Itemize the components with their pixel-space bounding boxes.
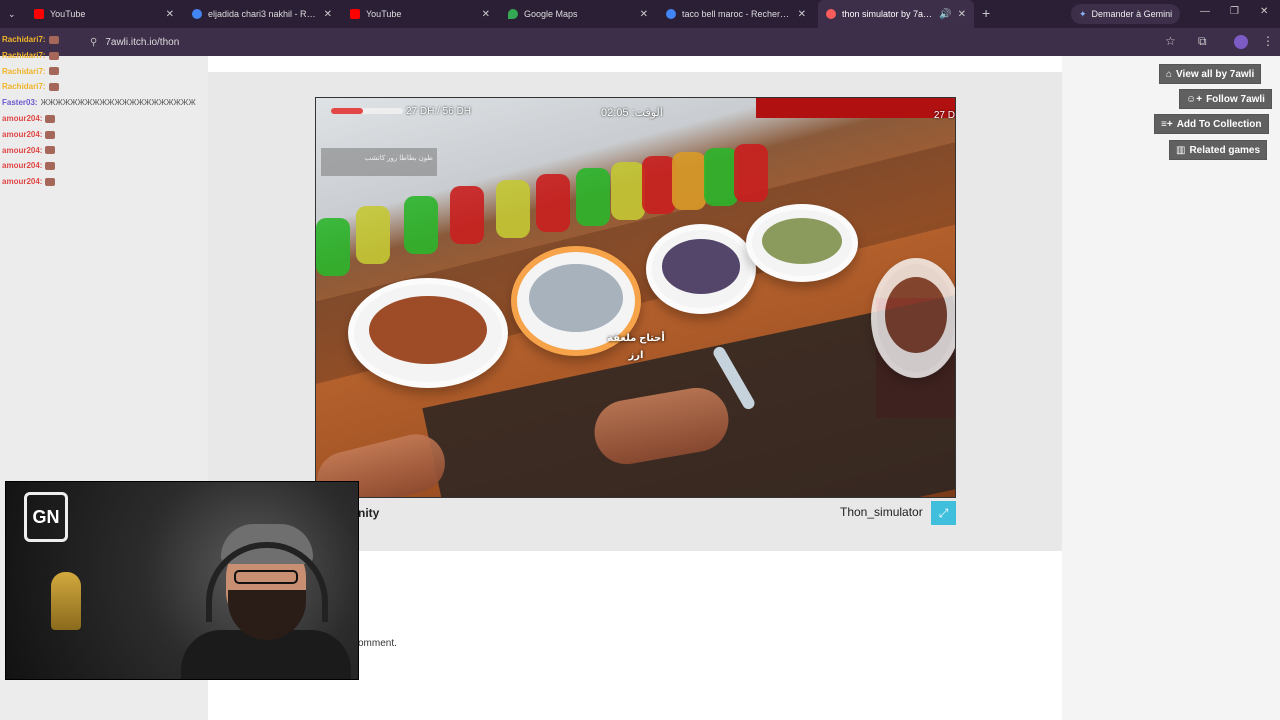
- itchio-icon: [826, 9, 836, 19]
- close-icon[interactable]: ✕: [324, 9, 332, 20]
- tab-youtube-1[interactable]: YouTube ✕: [26, 0, 182, 28]
- bowl-purple[interactable]: [646, 224, 756, 314]
- chat-message: Rachidari7:: [2, 48, 196, 64]
- browser-tab-bar: ⌄ YouTube ✕ eljadida chari3 nakhil - Rec…: [0, 0, 1280, 28]
- sauce-jar: [316, 218, 350, 276]
- unity-logo: nity: [358, 506, 380, 520]
- sauce-jar: [576, 168, 610, 226]
- youtube-icon: [34, 9, 44, 19]
- trophy: [51, 572, 81, 630]
- emote-icon: [45, 162, 56, 171]
- chat-message: amour204:: [2, 127, 196, 143]
- tab-search-eljadida[interactable]: eljadida chari3 nakhil - Recherche ✕: [184, 0, 340, 28]
- menu-kebab-icon[interactable]: ⋮: [1262, 34, 1274, 48]
- extensions-icon[interactable]: ⧉: [1198, 34, 1207, 49]
- chat-message: amour204:: [2, 111, 196, 127]
- money-counter: 27 DH / 56 DH: [406, 106, 472, 117]
- close-window-button[interactable]: ✕: [1260, 6, 1268, 17]
- restore-button[interactable]: ❐: [1230, 6, 1239, 17]
- stream-chat-overlay: Rachidari7: Rachidari7: Rachidari7: Rach…: [2, 32, 196, 190]
- comment-text: omment.: [358, 638, 397, 649]
- bowl-spices[interactable]: [348, 278, 508, 388]
- close-icon[interactable]: ✕: [640, 9, 648, 20]
- add-user-icon: ☺+: [1186, 93, 1203, 105]
- chat-message: Faster03: ЖЖЖЖЖЖЖЖЖЖЖЖЖЖЖЖЖЖЖЖЖ: [2, 98, 196, 108]
- sauce-jar: [611, 162, 645, 220]
- chat-message: amour204:: [2, 143, 196, 159]
- store-icon: ⌂: [1166, 68, 1173, 80]
- interaction-prompt: أحتاج ملعقة ارز: [607, 333, 665, 361]
- chat-message: Rachidari7:: [2, 32, 196, 48]
- tab-search-button[interactable]: ⌄: [0, 0, 22, 28]
- game-title: Thon_simulator: [840, 505, 923, 519]
- chat-message: amour204:: [2, 158, 196, 174]
- new-tab-button[interactable]: +: [982, 5, 990, 21]
- chat-message: amour204:: [2, 174, 196, 190]
- sauce-jar: [734, 144, 768, 202]
- emote-icon: [45, 130, 56, 139]
- chat-message: Rachidari7:: [2, 79, 196, 95]
- fullscreen-button[interactable]: ⤢: [931, 501, 956, 525]
- google-icon: [666, 9, 676, 19]
- sauce-jar: [536, 174, 570, 232]
- money-counter-right: 27 D: [933, 110, 955, 121]
- sauce-jar: [450, 186, 484, 244]
- order-panel: طون بطاطا رور كاتشب: [321, 148, 437, 176]
- red-shelf: [756, 98, 955, 118]
- gemini-button[interactable]: ✦ Demander à Gemini: [1071, 4, 1181, 24]
- tab-google-maps[interactable]: Google Maps ✕: [500, 0, 656, 28]
- close-icon[interactable]: ✕: [482, 9, 490, 20]
- chevron-down-icon: ⌄: [8, 8, 16, 19]
- sauce-jar: [356, 206, 390, 264]
- emote-icon: [45, 178, 56, 187]
- tab-youtube-2[interactable]: YouTube ✕: [342, 0, 498, 28]
- bowl-peas[interactable]: [746, 204, 858, 282]
- sauce-jar: [704, 148, 738, 206]
- timer: الوقت: 02:05: [601, 107, 663, 119]
- sauce-jar: [642, 156, 676, 214]
- game-canvas[interactable]: 27 DH / 56 DH الوقت: 02:05 27 D طون بطاط…: [315, 97, 956, 498]
- bowl-right-edge[interactable]: [871, 258, 955, 378]
- chat-message: Rachidari7:: [2, 64, 196, 80]
- emote-icon: [48, 35, 59, 44]
- close-icon[interactable]: ✕: [958, 9, 966, 20]
- view-all-button[interactable]: ⌂ View all by 7awli: [1159, 64, 1262, 84]
- related-games-button[interactable]: ▥ Related games: [1169, 140, 1268, 160]
- sauce-jar: [404, 196, 438, 254]
- speaker-icon[interactable]: 🔊: [939, 9, 951, 20]
- close-icon[interactable]: ✕: [798, 9, 806, 20]
- bookmark-star-icon[interactable]: ☆: [1165, 34, 1176, 48]
- emote-icon: [48, 51, 59, 60]
- google-icon: [192, 9, 202, 19]
- sauce-jar: [672, 152, 706, 210]
- close-icon[interactable]: ✕: [166, 9, 174, 20]
- playlist-add-icon: ≡+: [1161, 118, 1173, 130]
- sparkle-icon: ✦: [1079, 8, 1087, 19]
- profile-avatar[interactable]: [1234, 35, 1248, 49]
- map-pin-icon: [508, 9, 518, 19]
- gn-logo: GN: [24, 492, 68, 542]
- health-bar: [331, 108, 403, 114]
- follow-button[interactable]: ☺+ Follow 7awli: [1179, 89, 1272, 109]
- address-bar[interactable]: ⚲ 7awli.itch.io/thon: [80, 32, 1190, 52]
- emote-icon: [45, 146, 56, 155]
- emote-icon: [48, 67, 59, 76]
- emote-icon: [48, 83, 59, 92]
- add-to-collection-button[interactable]: ≡+ Add To Collection: [1154, 114, 1269, 134]
- tab-thon-simulator[interactable]: thon simulator by 7awli 🔊 ✕: [818, 0, 974, 28]
- emote-icon: [45, 114, 56, 123]
- expand-icon: ⤢: [938, 505, 949, 520]
- webcam-overlay: GN: [5, 481, 359, 680]
- map-icon: ▥: [1176, 144, 1186, 156]
- minimize-button[interactable]: —: [1200, 6, 1210, 17]
- youtube-icon: [350, 9, 360, 19]
- sauce-jar: [496, 180, 530, 238]
- tab-search-taco-bell[interactable]: taco bell maroc - Recherche Go ✕: [658, 0, 814, 28]
